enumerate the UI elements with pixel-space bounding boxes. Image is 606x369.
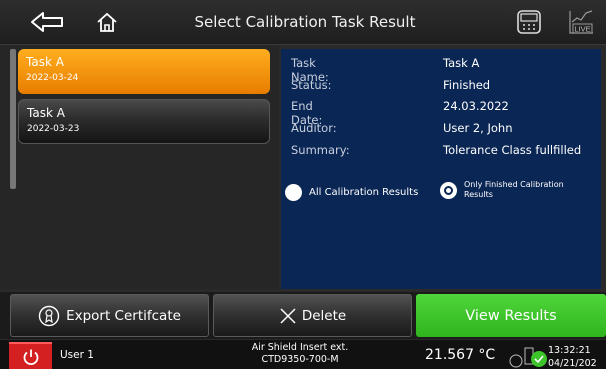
radio-unselected-icon	[285, 184, 302, 201]
export-certificate-button[interactable]: Export Certifcate	[10, 294, 209, 337]
screen: Select Calibration Task Result LIVE Task…	[0, 0, 606, 369]
live-chart-icon: LIVE	[569, 10, 593, 34]
status-bar: User 1 Air Shield Insert ext. CTD9350-70…	[0, 340, 606, 369]
current-user: User 1	[60, 349, 94, 361]
detail-label: Status:	[291, 78, 332, 92]
task-name: Task A	[26, 55, 64, 69]
device-button[interactable]	[512, 6, 546, 38]
live-button[interactable]: LIVE	[564, 6, 598, 38]
clock-time: 13:32:21	[548, 345, 591, 356]
close-icon	[280, 307, 296, 324]
task-date: 2022-03-23	[27, 124, 80, 134]
live-label: LIVE	[574, 25, 590, 34]
clock: 13:32:21 04/21/202	[548, 344, 597, 369]
radio-label: All Calibration Results	[309, 187, 419, 198]
home-button[interactable]	[90, 6, 124, 38]
home-icon	[97, 12, 117, 32]
detail-value: 24.03.2022	[443, 99, 509, 113]
export-label: Export Certifcate	[66, 307, 181, 324]
back-arrow-icon	[31, 12, 63, 32]
delete-label: Delete	[301, 307, 347, 324]
clock-date: 04/21/202	[548, 358, 597, 369]
power-button[interactable]	[9, 342, 52, 369]
device-name: Air Shield Insert ext.	[251, 342, 349, 353]
detail-label: Auditor:	[291, 121, 337, 135]
certificate-icon	[38, 305, 60, 326]
view-results-button[interactable]: View Results	[416, 294, 606, 337]
device-info: Air Shield Insert ext. CTD9350-700-M	[236, 342, 364, 366]
radio-label: Only Finished Calibration Results	[464, 180, 564, 199]
device-model: CTD9350-700-M	[261, 354, 339, 365]
page-title: Select Calibration Task Result	[194, 13, 416, 31]
radio-finished-results[interactable]: Only Finished Calibration Results	[440, 180, 590, 200]
task-item-2[interactable]: Task A 2022-03-23	[18, 99, 270, 144]
power-icon	[23, 349, 38, 365]
detail-value: Task A	[443, 56, 480, 70]
radio-selected-icon	[440, 181, 457, 199]
task-item-1[interactable]: Task A 2022-03-24	[18, 49, 270, 94]
detail-value: User 2, John	[443, 121, 513, 135]
device-icon	[517, 10, 541, 34]
task-name: Task A	[27, 106, 65, 120]
header-bar: Select Calibration Task Result LIVE	[0, 0, 606, 45]
task-date: 2022-03-24	[26, 73, 79, 83]
task-list-scrollbar[interactable]	[10, 49, 16, 189]
view-results-label: View Results	[465, 307, 557, 324]
back-button[interactable]	[30, 6, 64, 38]
detail-label: Summary:	[291, 143, 350, 157]
connection-status-icon	[509, 347, 547, 368]
action-bar: Export Certifcate Delete View Results	[0, 292, 606, 339]
temperature-readout: 21.567 °C	[425, 347, 496, 363]
detail-value: Finished	[443, 78, 491, 92]
radio-all-results[interactable]: All Calibration Results	[285, 184, 418, 201]
delete-button[interactable]: Delete	[213, 294, 412, 337]
detail-value: Tolerance Class fullfilled	[443, 143, 582, 157]
task-detail-panel: Task Name: Task A Status: Finished End D…	[281, 49, 601, 289]
